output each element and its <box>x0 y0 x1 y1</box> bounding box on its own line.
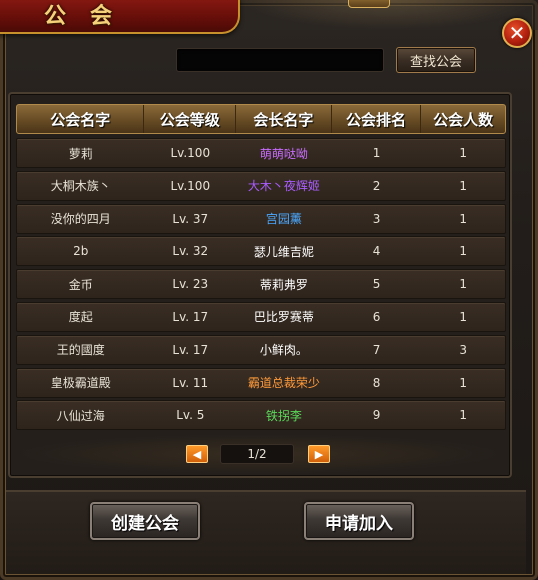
guild-level-cell: Lv. 17 <box>172 309 209 324</box>
guild-table: 公会名字 公会等级 会长名字 公会排名 公会人数 萝莉 Lv.100 萌萌哒呦 1 1 大… <box>8 92 512 478</box>
leader-name-cell: 萌萌哒呦 <box>259 146 308 161</box>
guild-rank-cell: 3 <box>372 211 381 226</box>
guild-level-cell: Lv.100 <box>170 178 211 193</box>
table-row[interactable]: 金币 Lv. 23 蒂莉弗罗 5 1 <box>16 269 506 300</box>
guild-rank-cell: 7 <box>372 342 381 357</box>
apply-join-button[interactable]: 申请加入 <box>304 502 414 540</box>
guild-level-cell: Lv. 32 <box>172 244 209 259</box>
guild-name-cell: 金币 <box>68 277 93 292</box>
leader-name-cell: 瑟儿维吉妮 <box>253 244 314 259</box>
action-panel <box>6 490 526 574</box>
guild-level-cell: Lv. 11 <box>172 375 209 390</box>
member-count-cell: 1 <box>459 408 467 423</box>
table-row[interactable]: 皇极霸道殿 Lv. 11 霸道总裁荣少 8 1 <box>16 367 506 398</box>
next-page-button[interactable]: ▶ <box>308 445 330 463</box>
guild-name-cell: 皇极霸道殿 <box>50 376 111 391</box>
guild-rank-cell: 8 <box>372 375 381 390</box>
guild-level-cell: Lv. 5 <box>176 408 205 423</box>
guild-level-cell: Lv. 37 <box>172 211 209 226</box>
table-row[interactable]: 八仙过海 Lv. 5 铁拐李 9 1 <box>16 400 506 431</box>
guild-rank-cell: 4 <box>372 244 381 259</box>
arrow-left-icon: ◀ <box>192 447 202 461</box>
guild-name-cell: 八仙过海 <box>56 408 105 423</box>
search-input[interactable] <box>176 48 384 72</box>
member-count-cell: 1 <box>459 309 467 324</box>
member-count-cell: 1 <box>459 375 467 390</box>
window-title: 公会 <box>44 4 137 29</box>
arrow-right-icon: ▶ <box>314 447 324 461</box>
table-header: 公会名字 公会等级 会长名字 公会排名 公会人数 <box>16 104 506 134</box>
table-row[interactable]: 大桐木族丶 Lv.100 大木丶夜辉姬 2 1 <box>16 170 506 201</box>
guild-name-cell: 大桐木族丶 <box>50 179 111 194</box>
table-body: 萝莉 Lv.100 萌萌哒呦 1 1 大桐木族丶 Lv.100 大木丶夜辉姬 2 1 没你的四月 Lv… <box>16 138 506 433</box>
guild-name-cell: 王的國度 <box>56 343 105 358</box>
leader-name-cell: 蒂莉弗罗 <box>259 277 308 292</box>
close-button[interactable]: ✕ <box>502 18 532 48</box>
guild-level-cell: Lv. 17 <box>172 342 209 357</box>
table-row[interactable]: 度起 Lv. 17 巴比罗赛蒂 6 1 <box>16 301 506 332</box>
guild-rank-cell: 9 <box>372 408 381 423</box>
leader-name-cell: 宫园薰 <box>265 212 302 227</box>
table-row[interactable]: 没你的四月 Lv. 37 宫园薰 3 1 <box>16 203 506 234</box>
close-icon: ✕ <box>508 21 526 45</box>
table-row[interactable]: 2b Lv. 32 瑟儿维吉妮 4 1 <box>16 236 506 267</box>
prev-page-button[interactable]: ◀ <box>186 445 208 463</box>
table-row[interactable]: 王的國度 Lv. 17 小鲜肉。 7 3 <box>16 334 506 365</box>
guild-name-cell: 没你的四月 <box>50 212 111 227</box>
member-count-cell: 1 <box>459 146 467 160</box>
title-banner: 公会 <box>0 0 240 34</box>
member-count-cell: 1 <box>459 211 467 226</box>
search-guild-button[interactable]: 查找公会 <box>396 47 476 73</box>
guild-name-cell: 度起 <box>68 310 93 325</box>
guild-name-cell: 2b <box>73 244 89 259</box>
page-indicator: 1/2 <box>220 444 294 464</box>
guild-rank-cell: 1 <box>372 146 381 160</box>
member-count-cell: 3 <box>459 342 467 357</box>
guild-name-cell: 萝莉 <box>68 146 93 161</box>
header-guild-level: 公会等级 <box>144 105 237 133</box>
member-count-cell: 1 <box>459 244 467 259</box>
guild-rank-cell: 2 <box>372 178 381 193</box>
leader-name-cell: 小鲜肉。 <box>259 343 308 358</box>
top-tab-decoration <box>348 0 390 8</box>
member-count-cell: 1 <box>459 178 467 193</box>
header-guild-rank: 公会排名 <box>332 105 422 133</box>
member-count-cell: 1 <box>459 277 467 292</box>
table-row[interactable]: 萝莉 Lv.100 萌萌哒呦 1 1 <box>16 138 506 168</box>
leader-name-cell: 霸道总裁荣少 <box>247 376 320 391</box>
header-leader-name: 会长名字 <box>236 105 332 133</box>
guild-rank-cell: 5 <box>372 277 381 292</box>
leader-name-cell: 铁拐李 <box>265 408 302 423</box>
guild-rank-cell: 6 <box>372 309 381 324</box>
header-member-count: 公会人数 <box>433 110 494 129</box>
guild-level-cell: Lv.100 <box>170 146 211 160</box>
create-guild-button[interactable]: 创建公会 <box>90 502 200 540</box>
leader-name-cell: 大木丶夜辉姬 <box>247 179 320 194</box>
guild-level-cell: Lv. 23 <box>172 277 209 292</box>
header-guild-name: 公会名字 <box>17 105 145 133</box>
leader-name-cell: 巴比罗赛蒂 <box>253 310 314 325</box>
